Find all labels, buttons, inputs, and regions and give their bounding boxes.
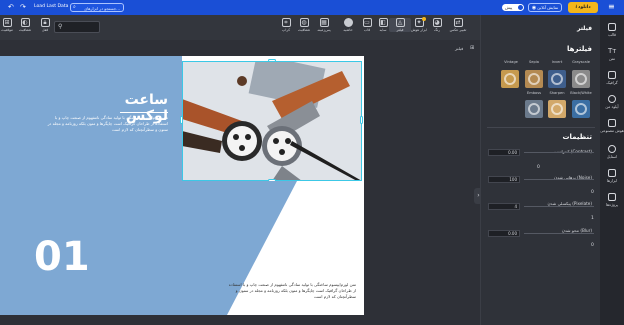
slider-value-contrast: 0 [537,165,540,170]
template-icon [608,23,616,31]
filter-sepia[interactable] [525,70,543,88]
pixelate-slider[interactable] [524,206,594,207]
transparency-icon: ◐ [20,18,30,27]
opacity-icon: ◍ [299,18,309,27]
text-icon: Tт [608,47,617,55]
graphics-icon [608,71,616,79]
filter-label-blackwhite: Black/White [570,91,592,95]
download-label: دانلود [578,5,591,10]
toolbar-item-transparency[interactable]: ◐ شفافیت [14,18,36,32]
eye-icon: ◉ [531,4,537,11]
rail-item-ai[interactable]: هوش مصنوعی [600,119,624,133]
selection-frame[interactable] [182,61,362,181]
title-underline [120,112,168,113]
preview-label: نمایش آنلاین [537,5,559,10]
rail-item-template[interactable]: قالب [600,23,624,37]
toolbar-item-color[interactable]: ◕ رنگ [426,18,448,32]
rail-item-style[interactable]: استایل [600,145,624,159]
filter-icon: ◬ [395,18,405,27]
download-icon: ⭳ [575,3,578,10]
rail-item-upload[interactable]: آپلود من [600,95,624,109]
filter-label-vintage: Vintage [504,60,518,64]
rail-item-tools[interactable]: ابزارها [600,169,624,183]
panel-title: فیلتر [576,25,592,32]
resize-handle-right[interactable] [360,116,363,124]
filter-extra-1[interactable] [572,100,590,118]
palette-icon: ◕ [432,18,442,27]
slider-value-blur: 0 [591,243,594,248]
blur-input[interactable]: 0.00 [488,230,520,237]
blur-slider[interactable] [524,233,594,234]
contrast-slider[interactable] [524,152,594,153]
zoom-icon: ⚲ [58,23,63,30]
noise-slider[interactable] [524,179,594,180]
toolbar-item-opacity[interactable]: ◍ شفافیت [293,18,315,32]
toggle-knob [518,5,523,10]
filter-vintage[interactable] [501,70,519,88]
filter-label-sharpen: Sharpen [549,91,565,95]
style-icon [608,145,616,153]
rail-item-text[interactable]: Tт متن [600,47,624,61]
filter-label-grayscale: Grayscale [572,60,590,64]
rail-item-projects[interactable]: پروژه‌ها [600,193,624,207]
filter-grayscale[interactable] [572,70,590,88]
lock-icon: 🔒︎ [40,18,50,27]
file-name[interactable]: Load Last Data [34,4,68,9]
slider-value-noise: 0 [591,190,594,195]
top-bar: ↶ ↷ Load Last Data ⌕ جستجو در ابزارهای..… [0,0,624,15]
upload-icon [608,95,616,103]
filter-label-emboss: Emboss [527,91,541,95]
filter-extra-2[interactable] [548,100,566,118]
filter-label-invert: Invert [551,60,563,64]
lower-text[interactable]: متن لورم‌ایپسوم ساختگی با تولید سادگی نا… [226,282,356,300]
resize-handle-left[interactable] [180,116,183,124]
tools-icon [608,169,616,177]
design-page[interactable]: ↻ ✥ ساعت لوکس متن لورم‌ایپسوم ساختگی با … [0,56,364,315]
frame-icon: ▭ [362,18,372,27]
pixelate-input[interactable]: 4 [488,203,520,210]
element-toolbar: ⊞ موقعیت ◐ شفافیت 🔒︎ قفل ⚲ ⌗ کراپ ◍ شفاف… [0,15,480,40]
menu-icon[interactable]: ≡ [608,2,615,11]
draft-label: پیش [505,5,513,10]
shadow-icon: ◧ [378,18,388,27]
side-rail: قالب Tт متن گرافیک آپلود من هوش مصنوعی ا… [600,15,624,325]
search-icon: ⌕ [73,4,76,10]
intro-text[interactable]: متن لورم‌ایپسوم ساختگی با تولید سادگی نا… [42,115,168,133]
filter-label-sepia: Sepia [529,60,539,64]
search-input[interactable]: ⌕ جستجو در ابزارهای... [70,3,124,12]
download-button[interactable]: ⭳ دانلود [568,2,598,13]
replace-image-icon: ⇄ [453,18,463,27]
page-number[interactable]: 01 [34,234,90,280]
grid-icon[interactable]: ⊞ [470,45,474,51]
noise-input[interactable]: 100 [488,176,520,183]
filter-extra-3[interactable] [525,100,543,118]
filters-heading: فیلترها [567,45,592,53]
panel-divider [487,127,595,128]
undo-icon[interactable]: ↶ [8,3,14,11]
slider-value-pixelate: 1 [591,216,594,221]
contrast-input[interactable]: 0.00 [488,149,520,156]
zoom-field[interactable]: ⚲ [54,21,100,33]
toolbar-item-background[interactable]: ▦ پس‌زمینه [313,18,335,32]
toolbar-item-replace-image[interactable]: ⇄ تغییر عکس [447,18,469,32]
rail-item-graphics[interactable]: گرافیک [600,71,624,85]
ai-icon [608,119,616,127]
resize-handle-top[interactable] [268,59,276,62]
background-icon: ▦ [319,18,329,27]
crop-icon: ⌗ [281,18,291,27]
page-label: فیلتر [455,46,464,51]
settings-heading: تنظیمات [562,133,592,141]
search-placeholder: جستجو در ابزارهای... [84,5,120,11]
filter-panel: فیلتر فیلترها Grayscale Invert Sepia Vin… [480,15,600,325]
draft-toggle[interactable]: پیش [502,4,524,11]
redo-icon[interactable]: ↷ [20,3,26,11]
filter-invert[interactable] [548,70,566,88]
preview-button[interactable]: ◉ نمایش آنلاین [528,3,562,12]
toolbar-item-lock[interactable]: 🔒︎ قفل [34,18,56,32]
position-icon: ⊞ [2,18,12,27]
border-icon [343,18,353,27]
projects-icon [608,193,616,201]
